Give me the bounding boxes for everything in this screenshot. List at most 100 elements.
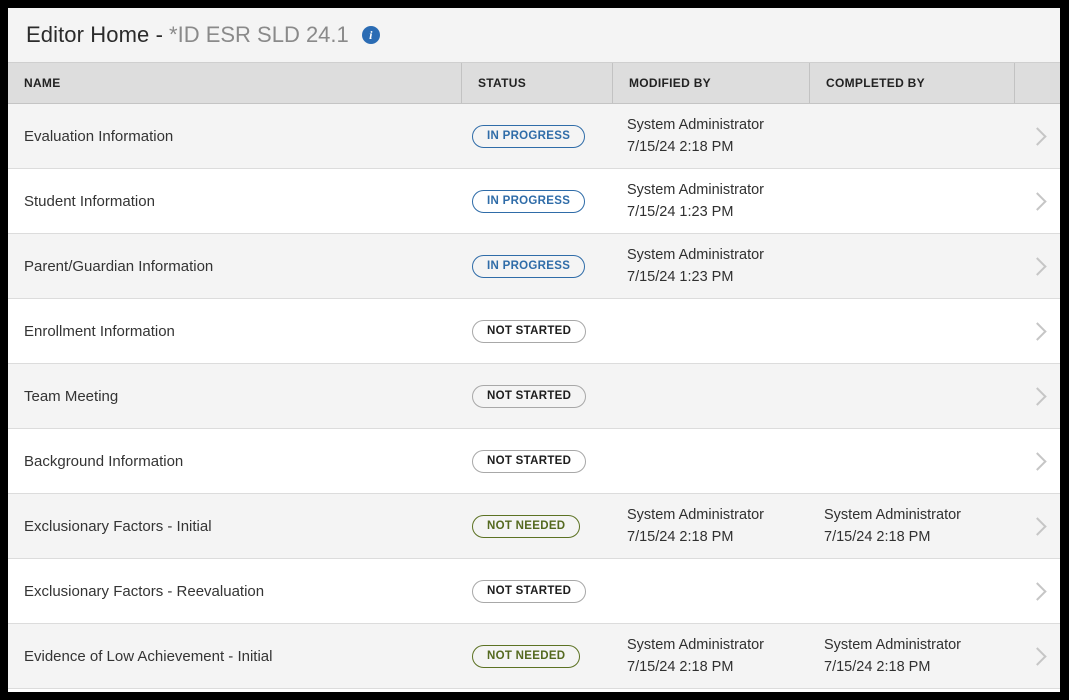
editor-list-table: NAME STATUS MODIFIED BY COMPLETED BY Eva… bbox=[8, 62, 1060, 689]
cell-modified-by bbox=[613, 429, 810, 493]
cell-status: IN PROGRESS bbox=[462, 104, 613, 168]
cell-name: Exclusionary Factors - Initial bbox=[24, 517, 212, 535]
cell-status: IN PROGRESS bbox=[462, 169, 613, 233]
chevron-right-icon[interactable] bbox=[1028, 516, 1047, 536]
cell-completed-by bbox=[810, 104, 1015, 168]
cell-status: IN PROGRESS bbox=[462, 234, 613, 298]
cell-completed-by bbox=[810, 169, 1015, 233]
table-row[interactable]: Evaluation Information IN PROGRESS System … bbox=[8, 104, 1060, 169]
cell-name: Enrollment Information bbox=[24, 322, 175, 340]
table-row[interactable]: Parent/Guardian Information IN PROGRESS Sy… bbox=[8, 234, 1060, 299]
column-header-name[interactable]: NAME bbox=[8, 63, 462, 103]
modified-by-user: System Administrator bbox=[627, 506, 764, 523]
cell-modified-by: System Administrator 7/15/24 2:18 PM bbox=[613, 104, 810, 168]
cell-open-action[interactable] bbox=[1015, 429, 1060, 493]
cell-open-action[interactable] bbox=[1015, 364, 1060, 428]
cell-open-action[interactable] bbox=[1015, 234, 1060, 298]
cell-modified-by bbox=[613, 364, 810, 428]
modified-by-date: 7/15/24 2:18 PM bbox=[627, 139, 734, 155]
info-icon[interactable]: i bbox=[361, 26, 380, 44]
cell-completed-by bbox=[810, 299, 1015, 363]
cell-name: Student Information bbox=[24, 192, 155, 210]
chevron-right-icon[interactable] bbox=[1028, 126, 1047, 146]
column-header-status[interactable]: STATUS bbox=[462, 63, 613, 103]
modified-by-user: System Administrator bbox=[627, 181, 764, 198]
table-row[interactable]: Background Information NOT STARTED bbox=[8, 429, 1060, 494]
cell-name: Background Information bbox=[24, 452, 184, 470]
table-row[interactable]: Exclusionary Factors - Reevaluation NOT S… bbox=[8, 559, 1060, 624]
cell-modified-by: System Administrator 7/15/24 2:18 PM bbox=[613, 494, 810, 558]
status-badge: IN PROGRESS bbox=[472, 189, 586, 213]
completed-by-date: 7/15/24 2:18 PM bbox=[824, 529, 931, 545]
cell-modified-by: System Administrator 7/15/24 1:23 PM bbox=[613, 234, 810, 298]
status-badge: IN PROGRESS bbox=[472, 124, 586, 148]
editor-home-window: Editor Home - *ID ESR SLD 24.1 i NAME ST… bbox=[8, 8, 1060, 692]
modified-by-date: 7/15/24 1:23 PM bbox=[627, 269, 734, 285]
status-badge: NOT STARTED bbox=[472, 384, 587, 408]
column-header-spacer bbox=[1015, 63, 1060, 103]
cell-open-action[interactable] bbox=[1015, 494, 1060, 558]
chevron-right-icon[interactable] bbox=[1028, 451, 1047, 471]
table-row[interactable]: Enrollment Information NOT STARTED bbox=[8, 299, 1060, 364]
modified-by-date: 7/15/24 1:23 PM bbox=[627, 204, 734, 220]
cell-open-action[interactable] bbox=[1015, 169, 1060, 233]
modified-by-user: System Administrator bbox=[627, 636, 764, 653]
cell-status: NOT NEEDED bbox=[462, 494, 613, 558]
completed-by-date: 7/15/24 2:18 PM bbox=[824, 659, 931, 675]
cell-open-action[interactable] bbox=[1015, 559, 1060, 623]
page-title-document: *ID ESR SLD 24.1 bbox=[169, 22, 349, 47]
modified-by-date: 7/15/24 2:18 PM bbox=[627, 659, 734, 675]
table-row[interactable]: Student Information IN PROGRESS System Adm… bbox=[8, 169, 1060, 234]
cell-name: Evidence of Low Achievement - Initial bbox=[24, 647, 273, 665]
chevron-right-icon[interactable] bbox=[1028, 256, 1047, 276]
cell-completed-by bbox=[810, 559, 1015, 623]
table-body: Evaluation Information IN PROGRESS System … bbox=[8, 104, 1060, 689]
completed-by-user: System Administrator bbox=[824, 636, 961, 653]
cell-status: NOT NEEDED bbox=[462, 624, 613, 688]
table-row[interactable]: Team Meeting NOT STARTED bbox=[8, 364, 1060, 429]
cell-completed-by bbox=[810, 364, 1015, 428]
chevron-right-icon[interactable] bbox=[1028, 581, 1047, 601]
cell-open-action[interactable] bbox=[1015, 624, 1060, 688]
modified-by-user: System Administrator bbox=[627, 116, 764, 133]
title-bar: Editor Home - *ID ESR SLD 24.1 i bbox=[8, 8, 1060, 62]
cell-name: Team Meeting bbox=[24, 387, 119, 405]
modified-by-date: 7/15/24 2:18 PM bbox=[627, 529, 734, 545]
column-header-modified-by[interactable]: MODIFIED BY bbox=[613, 63, 810, 103]
table-row[interactable]: Evidence of Low Achievement - Initial NOT… bbox=[8, 624, 1060, 689]
cell-status: NOT STARTED bbox=[462, 559, 613, 623]
table-header-row: NAME STATUS MODIFIED BY COMPLETED BY bbox=[8, 62, 1060, 104]
cell-status: NOT STARTED bbox=[462, 429, 613, 493]
cell-completed-by: System Administrator 7/15/24 2:18 PM bbox=[810, 494, 1015, 558]
cell-name: Evaluation Information bbox=[24, 127, 174, 145]
status-badge: IN PROGRESS bbox=[472, 254, 586, 278]
status-badge: NOT NEEDED bbox=[472, 644, 581, 668]
cell-status: NOT STARTED bbox=[462, 299, 613, 363]
cell-modified-by bbox=[613, 559, 810, 623]
status-badge: NOT STARTED bbox=[472, 579, 587, 603]
modified-by-user: System Administrator bbox=[627, 246, 764, 263]
cell-modified-by: System Administrator 7/15/24 2:18 PM bbox=[613, 624, 810, 688]
cell-status: NOT STARTED bbox=[462, 364, 613, 428]
chevron-right-icon[interactable] bbox=[1028, 321, 1047, 341]
chevron-right-icon[interactable] bbox=[1028, 191, 1047, 211]
status-badge: NOT NEEDED bbox=[472, 514, 581, 538]
chevron-right-icon[interactable] bbox=[1028, 386, 1047, 406]
chevron-right-icon[interactable] bbox=[1028, 646, 1047, 666]
cell-modified-by bbox=[613, 299, 810, 363]
page-title: Editor Home - bbox=[26, 22, 164, 47]
status-badge: NOT STARTED bbox=[472, 449, 587, 473]
table-row[interactable]: Exclusionary Factors - Initial NOT NEEDED… bbox=[8, 494, 1060, 559]
cell-open-action[interactable] bbox=[1015, 104, 1060, 168]
cell-modified-by: System Administrator 7/15/24 1:23 PM bbox=[613, 169, 810, 233]
cell-completed-by bbox=[810, 234, 1015, 298]
column-header-completed-by[interactable]: COMPLETED BY bbox=[810, 63, 1015, 103]
status-badge: NOT STARTED bbox=[472, 319, 587, 343]
cell-completed-by: System Administrator 7/15/24 2:18 PM bbox=[810, 624, 1015, 688]
completed-by-user: System Administrator bbox=[824, 506, 961, 523]
cell-name: Exclusionary Factors - Reevaluation bbox=[24, 582, 265, 600]
cell-completed-by bbox=[810, 429, 1015, 493]
cell-name: Parent/Guardian Information bbox=[24, 257, 214, 275]
screen-frame: Editor Home - *ID ESR SLD 24.1 i NAME ST… bbox=[0, 0, 1069, 700]
cell-open-action[interactable] bbox=[1015, 299, 1060, 363]
